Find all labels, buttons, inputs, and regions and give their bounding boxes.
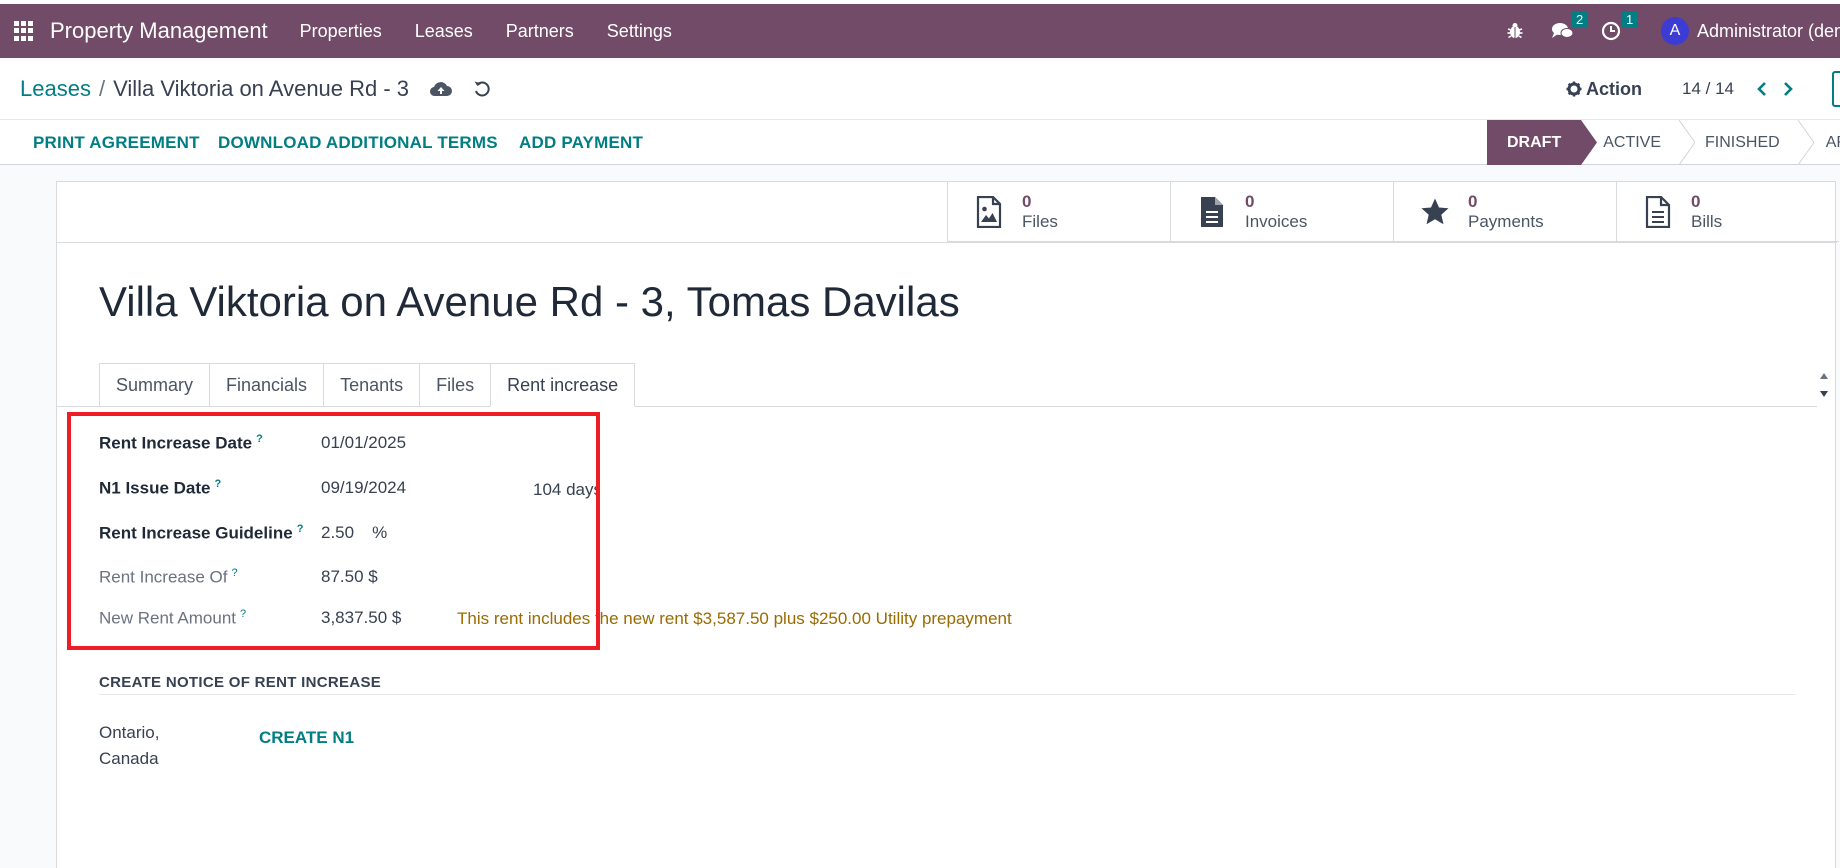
pager-value[interactable]: 14 / 14 [1682, 79, 1734, 99]
files-label: Files [1022, 212, 1058, 231]
notice-location: Ontario, Canada [99, 723, 160, 768]
rent-increase-of-row: Rent Increase Of? 87.50 $ [99, 567, 378, 588]
tab-tenants[interactable]: Tenants [323, 363, 420, 407]
control-panel: Leases / Villa Viktoria on Avenue Rd - 3… [0, 58, 1840, 120]
action-menu-button[interactable]: Action [1566, 79, 1642, 100]
new-record-button[interactable] [1832, 71, 1840, 107]
stage-finished[interactable]: FINISHED [1695, 120, 1798, 165]
stage-chevron [1679, 120, 1696, 165]
help-tooltip-icon[interactable]: ? [256, 433, 263, 445]
debug-bug-icon[interactable] [1505, 21, 1525, 41]
scroll-up-arrow-icon[interactable] [1817, 370, 1831, 382]
app-name[interactable]: Property Management [50, 18, 268, 44]
rent-increase-guideline-row: Rent Increase Guideline? 2.50 % [99, 523, 387, 544]
rent-increase-of-label: Rent Increase Of? [99, 567, 238, 587]
invoices-smart-button[interactable]: 0 Invoices [1170, 182, 1393, 242]
add-payment-button[interactable]: ADD PAYMENT [519, 133, 643, 153]
pager-next-icon[interactable] [1782, 81, 1794, 97]
help-tooltip-icon[interactable]: ? [232, 567, 238, 579]
bill-file-icon [1643, 196, 1673, 228]
rent-increase-guideline-label: Rent Increase Guideline? [99, 523, 304, 543]
user-menu[interactable]: Administrator (dem [1697, 21, 1840, 42]
new-rent-amount-label: New Rent Amount? [99, 608, 247, 628]
activities-clock-icon[interactable]: 1 [1601, 11, 1639, 41]
help-tooltip-icon[interactable]: ? [297, 523, 304, 535]
new-rent-note: This rent includes the new rent $3,587.5… [457, 609, 1012, 628]
control-right: Action 14 / 14 [1566, 71, 1840, 107]
notebook-tabs: Summary Financials Tenants Files Rent in… [99, 363, 636, 407]
save-cloud-icon[interactable] [429, 80, 453, 98]
bills-count: 0 [1691, 192, 1701, 211]
new-rent-amount-value: 3,837.50 $ [321, 608, 402, 628]
create-n1-button[interactable]: CREATE N1 [259, 728, 354, 748]
breadcrumb-separator: / [98, 76, 106, 101]
status-bar: PRINT AGREEMENT DOWNLOAD ADDITIONAL TERM… [0, 120, 1840, 165]
pager-previous-icon[interactable] [1756, 81, 1768, 97]
invoices-label: Invoices [1245, 212, 1308, 231]
notice-section-title: CREATE NOTICE OF RENT INCREASE [99, 674, 382, 691]
scroll-down-arrow-icon[interactable] [1817, 388, 1831, 400]
download-additional-terms-button[interactable]: DOWNLOAD ADDITIONAL TERMS [218, 133, 498, 153]
tab-financials[interactable]: Financials [209, 363, 324, 407]
tabs-divider [57, 406, 1817, 407]
nav-partners[interactable]: Partners [506, 21, 574, 42]
user-avatar[interactable]: A [1661, 17, 1689, 45]
rent-increase-date-label: Rent Increase Date? [99, 433, 263, 453]
bills-smart-button[interactable]: 0 Bills [1616, 182, 1839, 242]
n1-days-value: 104 days [533, 480, 599, 499]
button-box-divider [57, 242, 1837, 243]
stage-draft[interactable]: DRAFT [1487, 120, 1582, 165]
n1-issue-date-field[interactable]: 09/19/2024 [321, 478, 406, 498]
stage-archived[interactable]: ARCHI [1814, 120, 1840, 165]
breadcrumb: Leases / Villa Viktoria on Avenue Rd - 3 [20, 76, 491, 102]
activities-count-badge: 1 [1621, 11, 1639, 28]
action-label: Action [1586, 78, 1642, 99]
messages-icon[interactable]: 2 [1551, 11, 1589, 41]
files-smart-button[interactable]: 0 Files [947, 182, 1170, 242]
payments-label: Payments [1468, 212, 1544, 231]
smart-button-box: 0 Files 0 Invoices 0 Payments 0 Bills [947, 182, 1839, 242]
files-count: 0 [1022, 192, 1032, 211]
tab-summary[interactable]: Summary [99, 363, 210, 407]
rent-increase-date-row: Rent Increase Date? 01/01/2025 [99, 433, 406, 454]
nav-properties[interactable]: Properties [300, 21, 382, 42]
image-file-icon [974, 196, 1004, 228]
gear-icon [1566, 81, 1582, 97]
tab-files[interactable]: Files [419, 363, 491, 407]
rent-increase-of-value: 87.50 $ [321, 567, 378, 587]
new-rent-amount-row: New Rent Amount? 3,837.50 $ [99, 608, 401, 629]
form-sheet: 0 Files 0 Invoices 0 Payments 0 Bills Vi… [56, 181, 1839, 868]
n1-issue-date-row: N1 Issue Date? 09/19/2024 [99, 478, 406, 499]
stage-active[interactable]: ACTIVE [1597, 120, 1679, 165]
help-tooltip-icon[interactable]: ? [240, 608, 246, 620]
messages-count-badge: 2 [1571, 11, 1589, 28]
n1-issue-date-label: N1 Issue Date? [99, 478, 222, 498]
record-title: Villa Viktoria on Avenue Rd - 3, Tomas D… [99, 278, 960, 325]
top-navbar: Property Management Properties Leases Pa… [0, 0, 1840, 58]
payments-smart-button[interactable]: 0 Payments [1393, 182, 1616, 242]
nav-settings[interactable]: Settings [607, 21, 672, 42]
rent-increase-guideline-field[interactable]: 2.50 [321, 523, 354, 543]
apps-grid-icon[interactable] [14, 21, 34, 41]
stage-chevron [1797, 120, 1814, 165]
star-icon [1420, 197, 1450, 227]
systray: 2 1 A Administrator (dem [1505, 4, 1840, 58]
bills-label: Bills [1691, 212, 1723, 231]
breadcrumb-leases-link[interactable]: Leases [20, 76, 91, 102]
tab-rent-increase[interactable]: Rent increase [490, 363, 636, 407]
breadcrumb-current: Villa Viktoria on Avenue Rd - 3 [113, 76, 410, 101]
help-tooltip-icon[interactable]: ? [215, 478, 222, 490]
print-agreement-button[interactable]: PRINT AGREEMENT [33, 133, 200, 153]
invoices-count: 0 [1245, 192, 1255, 211]
notice-section-divider [99, 694, 1795, 695]
percent-unit: % [372, 523, 388, 543]
nav-leases[interactable]: Leases [415, 21, 473, 42]
payments-count: 0 [1468, 192, 1478, 211]
rent-increase-date-field[interactable]: 01/01/2025 [321, 433, 406, 453]
stage-pipeline: DRAFT ACTIVE FINISHED ARCHI [1487, 120, 1840, 165]
stage-chevron [1581, 120, 1598, 165]
invoice-file-icon [1197, 196, 1227, 228]
discard-undo-icon[interactable] [473, 80, 491, 98]
